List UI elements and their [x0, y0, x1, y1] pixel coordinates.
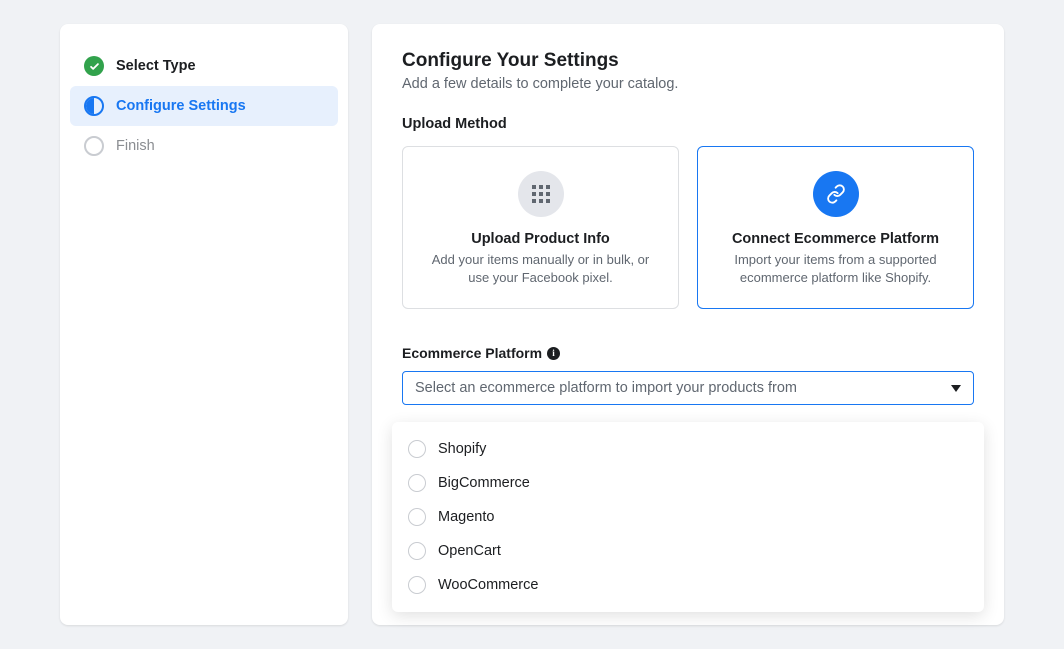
card-connect-ecommerce[interactable]: Connect Ecommerce Platform Import your i…	[697, 146, 974, 309]
card-upload-title: Upload Product Info	[419, 231, 662, 247]
radio-icon	[408, 508, 426, 526]
upload-method-cards: Upload Product Info Add your items manua…	[402, 146, 974, 309]
info-icon[interactable]: i	[547, 347, 560, 360]
option-magento[interactable]: Magento	[392, 500, 984, 534]
grid-icon	[518, 171, 564, 217]
step-finish[interactable]: Finish	[70, 126, 338, 166]
link-icon	[813, 171, 859, 217]
page-title: Configure Your Settings	[402, 50, 974, 72]
step-label: Select Type	[116, 58, 196, 74]
select-placeholder: Select an ecommerce platform to import y…	[415, 380, 797, 396]
ecommerce-platform-label: Ecommerce Platform i	[402, 345, 974, 361]
radio-icon	[408, 542, 426, 560]
radio-icon	[408, 440, 426, 458]
radio-icon	[408, 576, 426, 594]
step-configure-settings[interactable]: Configure Settings	[70, 86, 338, 126]
ecommerce-platform-select[interactable]: Select an ecommerce platform to import y…	[402, 371, 974, 405]
ecommerce-platform-dropdown: Shopify BigCommerce Magento OpenCart Woo…	[392, 422, 984, 612]
step-select-type[interactable]: Select Type	[70, 46, 338, 86]
step-label: Configure Settings	[116, 98, 246, 114]
page-subtitle: Add a few details to complete your catal…	[402, 76, 974, 92]
option-woocommerce[interactable]: WooCommerce	[392, 568, 984, 602]
radio-icon	[408, 474, 426, 492]
option-shopify[interactable]: Shopify	[392, 432, 984, 466]
steps-sidebar: Select Type Configure Settings Finish	[60, 24, 348, 625]
main-panel: Configure Your Settings Add a few detail…	[372, 24, 1004, 625]
card-upload-product-info[interactable]: Upload Product Info Add your items manua…	[402, 146, 679, 309]
empty-circle-icon	[84, 136, 104, 156]
option-bigcommerce[interactable]: BigCommerce	[392, 466, 984, 500]
half-circle-icon	[84, 96, 104, 116]
option-opencart[interactable]: OpenCart	[392, 534, 984, 568]
upload-method-label: Upload Method	[402, 116, 974, 132]
check-icon	[84, 56, 104, 76]
caret-down-icon	[951, 385, 961, 392]
step-label: Finish	[116, 138, 155, 154]
card-connect-desc: Import your items from a supported ecomm…	[714, 251, 957, 286]
card-connect-title: Connect Ecommerce Platform	[714, 231, 957, 247]
card-upload-desc: Add your items manually or in bulk, or u…	[419, 251, 662, 286]
